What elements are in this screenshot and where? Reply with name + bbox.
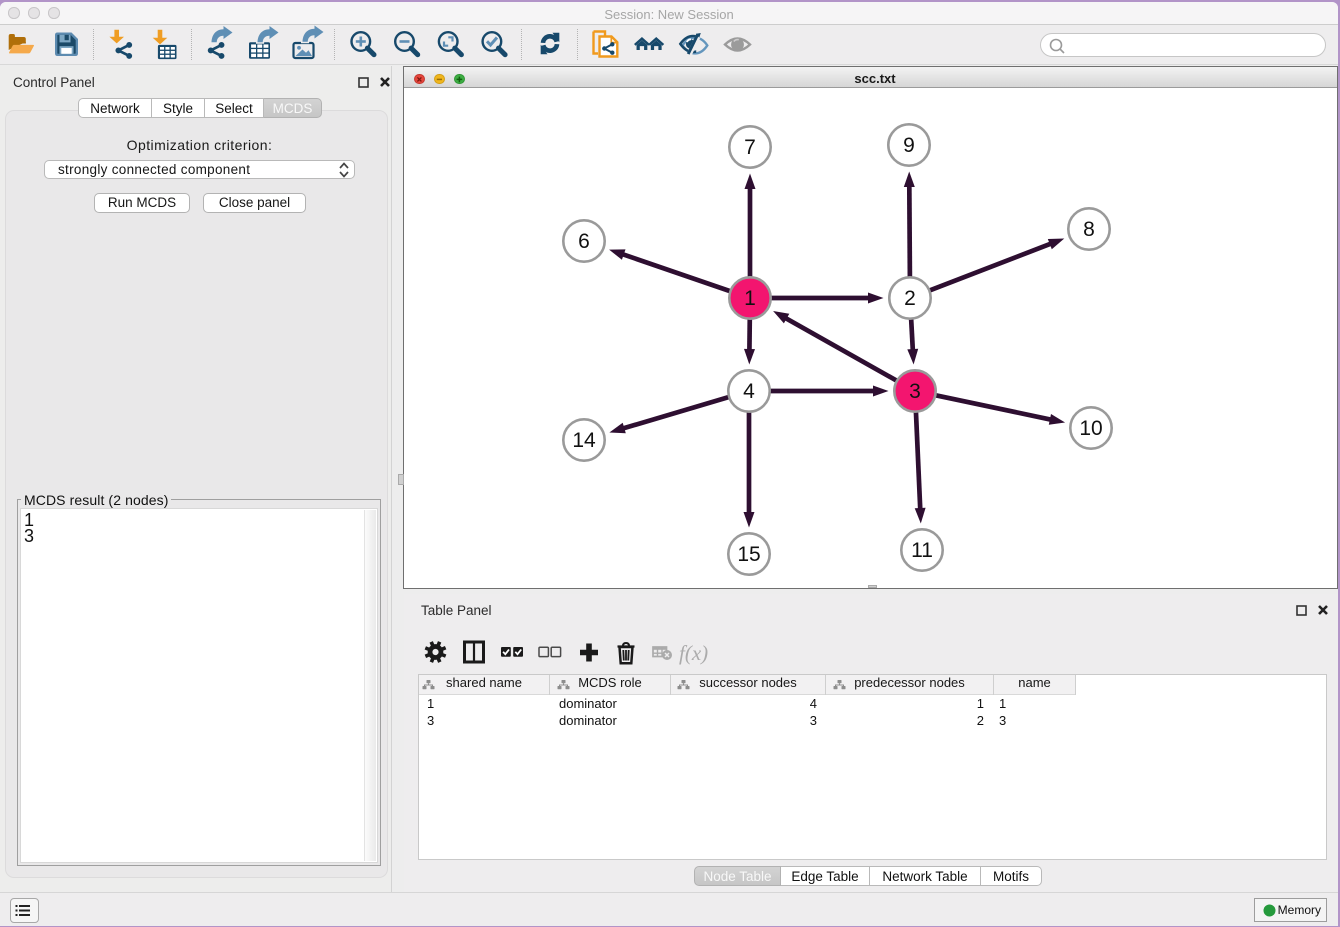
svg-text:9: 9: [903, 134, 915, 157]
svg-text:14: 14: [572, 429, 596, 452]
svg-text:4: 4: [743, 380, 755, 403]
svg-text:7: 7: [744, 136, 756, 159]
svg-text:1: 1: [744, 287, 756, 310]
svg-text:f(x): f(x): [679, 641, 708, 665]
svg-text:2: 2: [904, 287, 916, 310]
svg-text:3: 3: [909, 380, 921, 403]
svg-text:11: 11: [911, 539, 933, 562]
svg-text:15: 15: [737, 543, 760, 566]
svg-text:8: 8: [1083, 218, 1095, 241]
svg-text:6: 6: [578, 230, 590, 253]
svg-text:10: 10: [1079, 417, 1102, 440]
